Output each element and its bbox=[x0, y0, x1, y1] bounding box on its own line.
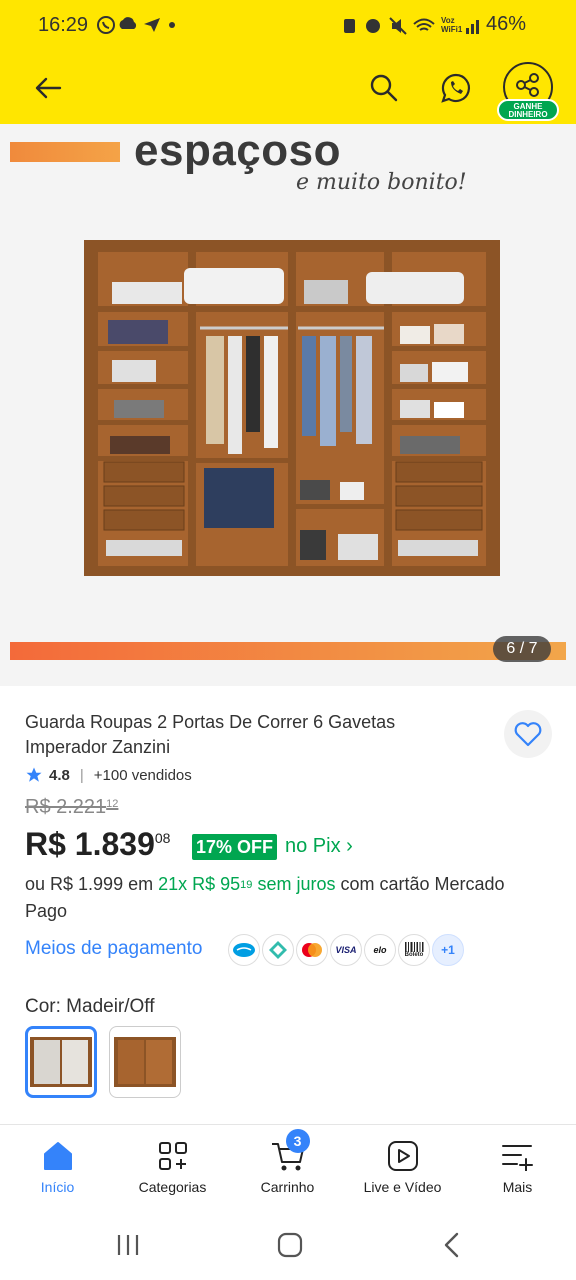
boleto-label: Boleto bbox=[404, 952, 424, 958]
banner-headline: espaçoso bbox=[134, 126, 341, 175]
sold-count: +100 vendidos bbox=[93, 766, 192, 784]
mercado-pago-icon bbox=[228, 934, 260, 966]
installments: ou R$ 1.999 em 21x R$ 9519 sem juros com… bbox=[25, 871, 545, 925]
home-icon bbox=[42, 1139, 74, 1173]
mastercard-icon bbox=[296, 934, 328, 966]
install-interest: sem juros bbox=[257, 874, 336, 894]
color-option-madeir-off[interactable] bbox=[25, 1026, 97, 1098]
wardrobe-thumbnail-off bbox=[30, 1037, 92, 1087]
price-int: R$ 1.839 bbox=[25, 826, 155, 862]
rating-value: 4.8 bbox=[49, 766, 70, 784]
menu-plus-icon bbox=[501, 1139, 535, 1173]
old-price: R$ 2.22112 bbox=[25, 796, 118, 819]
whatsapp-button[interactable] bbox=[438, 70, 474, 106]
product-details: Guarda Roupas 2 Portas De Correr 6 Gavet… bbox=[0, 686, 576, 1126]
color-option-madeira[interactable] bbox=[109, 1026, 181, 1098]
play-icon bbox=[387, 1139, 419, 1173]
bottom-navigation: Início Categorias 3 Carrinho Live e Víde… bbox=[0, 1124, 576, 1210]
old-price-cents: 12 bbox=[106, 798, 119, 810]
app-bar bbox=[0, 50, 576, 124]
price-cents: 08 bbox=[154, 830, 171, 846]
banner-stripe-bottom bbox=[10, 642, 566, 660]
nav-item-live-video[interactable]: Live e Vídeo bbox=[345, 1125, 460, 1211]
install-count: 21x R$ 95 bbox=[158, 874, 241, 894]
product-gallery[interactable]: espaçoso e muito bonito! 6 / 7 bbox=[0, 124, 576, 686]
notification-icons bbox=[96, 14, 182, 41]
cart-count-badge: 3 bbox=[285, 1129, 310, 1153]
nav-label-categorias: Categorias bbox=[138, 1179, 207, 1195]
chevron-left-icon bbox=[444, 1232, 459, 1258]
whatsapp-icon bbox=[441, 73, 471, 103]
banner-stripe-top bbox=[10, 142, 120, 162]
nav-item-mais[interactable]: Mais bbox=[460, 1125, 575, 1211]
home-system-button[interactable] bbox=[268, 1228, 312, 1262]
status-time: 16:29 bbox=[38, 14, 89, 36]
payment-methods-link[interactable]: Meios de pagamento bbox=[25, 938, 202, 960]
search-button[interactable] bbox=[366, 70, 402, 106]
share-earn-badge[interactable]: GANHE DINHEIRO bbox=[497, 99, 559, 121]
wardrobe-thumbnail-wood bbox=[114, 1037, 176, 1087]
recent-apps-icon bbox=[117, 1235, 139, 1255]
pix-icon bbox=[262, 934, 294, 966]
pix-link[interactable]: no Pix › bbox=[285, 835, 353, 858]
favorite-button[interactable] bbox=[504, 710, 552, 758]
battery-level: 46% bbox=[486, 13, 527, 35]
network-label: Voz WiFi1 bbox=[441, 16, 463, 34]
back-button[interactable] bbox=[30, 70, 66, 106]
elo-icon: elo bbox=[364, 934, 396, 966]
more-payment-methods[interactable]: +1 bbox=[432, 934, 464, 966]
product-title: Guarda Roupas 2 Portas De Correr 6 Gavet… bbox=[25, 712, 396, 757]
wardrobe-image bbox=[84, 240, 500, 576]
nav-label-live-video: Live e Vídeo bbox=[363, 1179, 442, 1195]
nav-label-carrinho: Carrinho bbox=[260, 1179, 315, 1195]
nav-item-carrinho[interactable]: 3 Carrinho bbox=[230, 1125, 345, 1211]
arrow-left-icon bbox=[35, 77, 62, 99]
color-label: Cor: Madeir/Off bbox=[25, 996, 155, 1017]
heart-icon bbox=[514, 722, 542, 747]
nav-label-inicio: Início bbox=[40, 1179, 75, 1195]
current-price: R$ 1.83908 bbox=[25, 826, 170, 863]
boleto-icon: Boleto bbox=[398, 934, 430, 966]
search-icon bbox=[370, 74, 398, 102]
old-price-int: R$ 2.221 bbox=[25, 796, 107, 818]
banner-tagline: e muito bonito! bbox=[296, 170, 467, 195]
status-bar: 16:29 Voz WiFi1 46% bbox=[0, 0, 576, 50]
install-cents: 19 bbox=[240, 879, 253, 891]
image-counter: 6 / 7 bbox=[493, 636, 551, 662]
system-navigation-bar bbox=[0, 1210, 576, 1280]
payment-icons[interactable]: VISA elo Boleto +1 bbox=[228, 934, 464, 966]
discount-badge: 17% OFF bbox=[192, 834, 278, 860]
cart-icon: 3 bbox=[270, 1129, 310, 1173]
back-system-button[interactable] bbox=[430, 1228, 474, 1262]
visa-icon: VISA bbox=[330, 934, 362, 966]
star-icon bbox=[26, 767, 42, 782]
nav-label-mais: Mais bbox=[502, 1179, 533, 1195]
home-circle-icon bbox=[277, 1232, 303, 1258]
categories-icon bbox=[157, 1139, 189, 1173]
recent-apps-button[interactable] bbox=[106, 1228, 150, 1262]
rating-row[interactable]: 4.8 | +100 vendidos bbox=[25, 766, 192, 784]
rating-separator: | bbox=[79, 766, 84, 784]
install-prefix: ou R$ 1.999 em bbox=[25, 874, 154, 894]
nav-item-inicio[interactable]: Início bbox=[0, 1125, 115, 1211]
nav-item-categorias[interactable]: Categorias bbox=[115, 1125, 230, 1211]
notification-icons-svg bbox=[97, 16, 175, 34]
